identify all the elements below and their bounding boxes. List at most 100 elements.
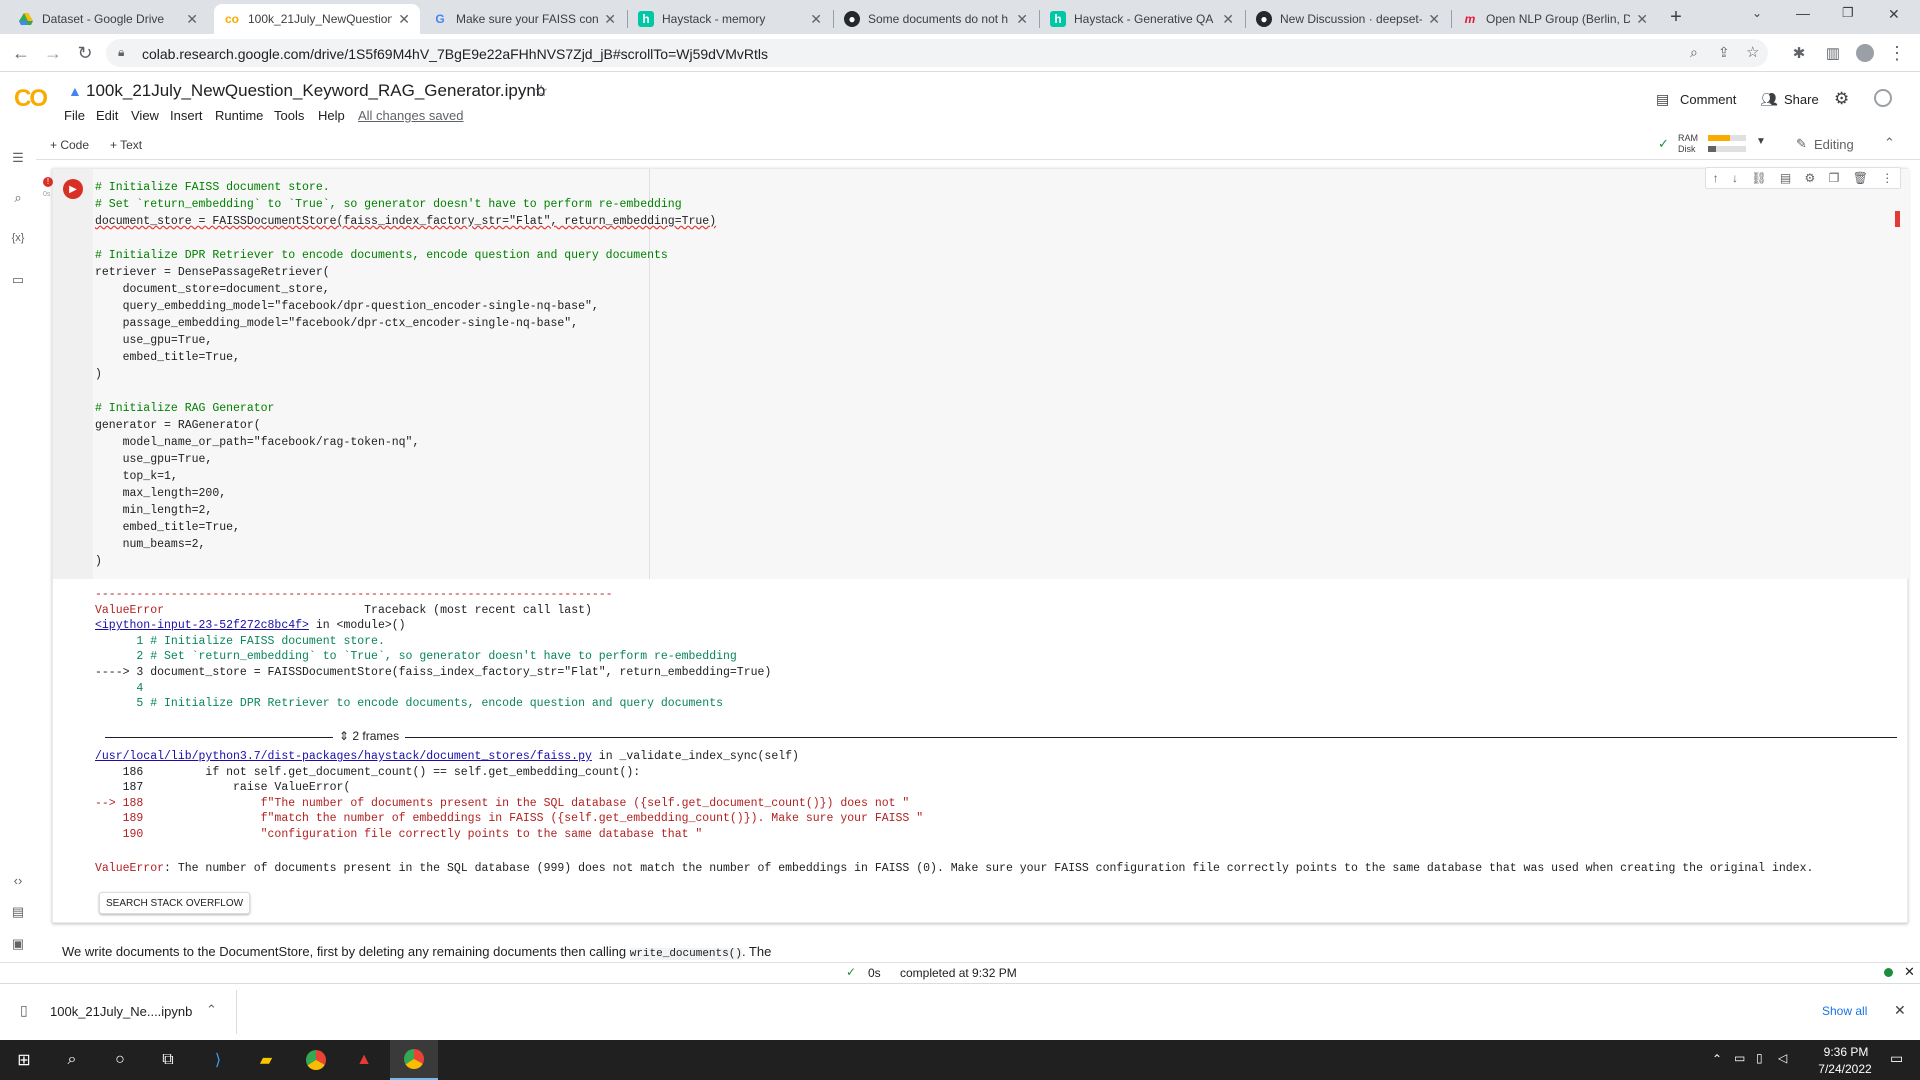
side-panel-icon[interactable]: ▥ xyxy=(1820,40,1846,66)
cortana-icon[interactable]: ○ xyxy=(96,1040,144,1080)
search-stack-overflow-button[interactable]: SEARCH STACK OVERFLOW xyxy=(99,892,251,914)
volume-icon[interactable]: ◁ xyxy=(1778,1051,1787,1065)
delete-icon[interactable]: 🗑︎ xyxy=(1853,171,1868,185)
comment-cell-icon[interactable]: ▤ xyxy=(1780,171,1791,185)
download-filename[interactable]: 100k_21July_Ne....ipynb xyxy=(50,1004,192,1019)
restore-icon[interactable]: ❐ xyxy=(1842,5,1854,21)
vscode-icon[interactable]: ⟩ xyxy=(194,1040,242,1080)
menu-help[interactable]: Help xyxy=(318,108,345,123)
code-cell[interactable]: ! ▶ 0s ↑ ↓ ⛓ ▤ ⚙ ❐ 🗑︎ ⋮ # Initialize FAI… xyxy=(43,167,1909,923)
close-icon[interactable]: ✕ xyxy=(398,11,410,28)
back-icon[interactable]: ← xyxy=(8,40,34,66)
bookmark-star-icon[interactable]: ☆ xyxy=(1746,43,1759,61)
runtime-status-dot xyxy=(1884,968,1893,977)
browser-tab[interactable]: h Haystack - memory ✕ xyxy=(628,4,832,34)
mirror-cell-icon[interactable]: ❐ xyxy=(1829,171,1840,185)
resources-dropdown-icon[interactable]: ▼ xyxy=(1756,136,1766,147)
ipython-input-link[interactable]: <ipython-input-23-52f272c8bc4f> xyxy=(95,619,309,632)
browser-tab[interactable]: G Make sure your FAISS conf ✕ xyxy=(422,4,626,34)
save-status[interactable]: All changes saved xyxy=(358,108,464,123)
menu-runtime[interactable]: Runtime xyxy=(215,108,263,123)
close-icon[interactable]: ✕ xyxy=(1636,11,1648,28)
file-explorer-icon[interactable]: ▰ xyxy=(242,1040,290,1080)
search-icon[interactable]: ⌕ xyxy=(8,188,28,208)
close-icon[interactable]: ✕ xyxy=(1016,11,1028,28)
star-icon[interactable]: ☆ xyxy=(534,81,548,101)
task-view-icon[interactable]: ⧉ xyxy=(144,1040,192,1080)
battery-icon[interactable]: ▯ xyxy=(1756,1051,1763,1065)
move-up-icon[interactable]: ↑ xyxy=(1713,171,1719,185)
forward-icon[interactable]: → xyxy=(40,40,66,66)
browser-tab[interactable]: ● New Discussion · deepset- ✕ xyxy=(1246,4,1450,34)
settings-gear-icon[interactable]: ⚙ xyxy=(1834,89,1849,109)
clock-date[interactable]: 7/24/2022 xyxy=(1812,1062,1878,1076)
browser-tab-active[interactable]: co 100k_21July_NewQuestion ✕ xyxy=(214,4,420,34)
notebook-toolbar: + Code + Text ✓ RAM Disk ▼ ✎ Editing ⌃ xyxy=(0,130,1920,160)
windows-start-icon[interactable]: ⊞ xyxy=(0,1040,48,1080)
menu-tools[interactable]: Tools xyxy=(274,108,304,123)
notification-icon[interactable]: ▭ xyxy=(1890,1050,1903,1067)
tray-chevron-icon[interactable]: ⌃ xyxy=(1712,1052,1722,1066)
close-shelf-icon[interactable]: ✕ xyxy=(1894,1002,1906,1019)
close-icon[interactable]: ✕ xyxy=(1222,11,1234,28)
download-options-icon[interactable]: ⌃ xyxy=(206,1002,217,1018)
add-code-button[interactable]: + Code xyxy=(50,138,89,152)
faiss-file-link[interactable]: /usr/local/lib/python3.7/dist-packages/h… xyxy=(95,750,592,763)
table-of-contents-icon[interactable]: ☰ xyxy=(8,148,28,168)
menu-file[interactable]: File xyxy=(64,108,85,123)
address-bar[interactable]: 🔒︎ colab.research.google.com/drive/1S5f6… xyxy=(106,39,1768,67)
variables-icon[interactable]: {x} xyxy=(8,228,28,248)
terminal-icon[interactable]: ▣ xyxy=(8,934,28,954)
completed-time[interactable]: completed at 9:32 PM xyxy=(900,966,1017,980)
zoom-icon[interactable]: ⌕ xyxy=(1690,44,1698,61)
tab-search-icon[interactable]: ⌄ xyxy=(1752,6,1762,20)
minimize-icon[interactable]: — xyxy=(1796,5,1810,21)
text-cell[interactable]: We write documents to the DocumentStore,… xyxy=(62,944,771,963)
profile-avatar-icon[interactable] xyxy=(1852,40,1878,66)
reload-icon[interactable]: ↻ xyxy=(72,40,98,66)
collapse-header-icon[interactable]: ⌃ xyxy=(1884,135,1895,151)
menu-view[interactable]: View xyxy=(131,108,159,123)
folder-icon[interactable]: ▭ xyxy=(8,270,28,290)
notebook-title[interactable]: 100k_21July_NewQuestion_Keyword_RAG_Gene… xyxy=(86,81,545,101)
cell-settings-icon[interactable]: ⚙ xyxy=(1805,171,1816,185)
share-button[interactable]: Share xyxy=(1784,92,1819,107)
show-all-downloads[interactable]: Show all xyxy=(1822,1004,1867,1018)
code-content[interactable]: # Initialize FAISS document store. # Set… xyxy=(95,179,716,570)
account-avatar[interactable] xyxy=(1874,89,1892,107)
browser-tab[interactable]: ● Some documents do not h ✕ xyxy=(834,4,1038,34)
extensions-icon[interactable]: ✱ xyxy=(1786,40,1812,66)
colab-logo[interactable]: CO xyxy=(14,85,48,113)
close-status-icon[interactable]: ✕ xyxy=(1904,964,1915,980)
new-tab-icon[interactable]: + xyxy=(1664,6,1688,30)
share-page-icon[interactable]: ⇪ xyxy=(1718,44,1730,61)
run-cell-button[interactable]: ▶ xyxy=(63,179,83,199)
clock-time[interactable]: 9:36 PM xyxy=(1816,1045,1876,1059)
close-icon[interactable]: ✕ xyxy=(810,11,822,28)
browser-tab[interactable]: Dataset - Google Drive ✕ xyxy=(8,4,208,34)
code-snippets-icon[interactable]: ‹› xyxy=(8,870,28,890)
command-palette-icon[interactable]: ▤ xyxy=(8,902,28,922)
close-icon[interactable]: ✕ xyxy=(186,11,198,28)
network-icon[interactable]: ▭ xyxy=(1734,1051,1745,1065)
link-icon[interactable]: ⛓ xyxy=(1751,171,1766,185)
more-options-icon[interactable]: ⋮ xyxy=(1881,171,1893,185)
window-close-icon[interactable]: ✕ xyxy=(1888,6,1900,23)
browser-tab[interactable]: m Open NLP Group (Berlin, D ✕ xyxy=(1452,4,1658,34)
chrome-active-icon[interactable] xyxy=(390,1040,438,1080)
editing-mode-button[interactable]: Editing xyxy=(1814,137,1854,152)
acrobat-icon[interactable]: ▲ xyxy=(340,1040,388,1080)
chrome-menu-icon[interactable]: ⋮ xyxy=(1884,40,1910,66)
browser-tab[interactable]: h Haystack - Generative QA ✕ xyxy=(1040,4,1244,34)
menu-insert[interactable]: Insert xyxy=(170,108,203,123)
close-icon[interactable]: ✕ xyxy=(1428,11,1440,28)
move-down-icon[interactable]: ↓ xyxy=(1732,171,1738,185)
close-icon[interactable]: ✕ xyxy=(604,11,616,28)
comment-button[interactable]: Comment xyxy=(1680,92,1736,107)
frames-toggle[interactable]: ⇕ 2 frames xyxy=(333,729,406,743)
search-icon[interactable]: ⌕ xyxy=(48,1040,96,1080)
chrome-icon[interactable] xyxy=(292,1040,340,1080)
left-sidebar-rail: ☰ ⌕ {x} ▭ ‹› ▤ ▣ xyxy=(0,130,36,964)
menu-edit[interactable]: Edit xyxy=(96,108,118,123)
add-text-button[interactable]: + Text xyxy=(110,138,142,152)
